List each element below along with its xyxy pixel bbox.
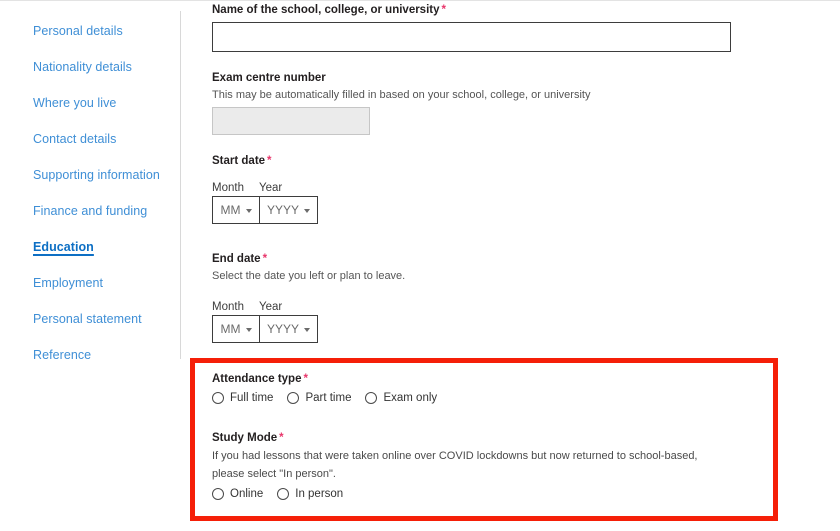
chevron-down-icon: [245, 209, 252, 213]
sidebar-item-reference[interactable]: Reference: [33, 347, 91, 363]
school-name-required-asterisk: *: [441, 4, 446, 16]
sidebar-item-personal-statement[interactable]: Personal statement: [33, 311, 142, 327]
start-date-month-value: MM: [220, 203, 241, 217]
education-form-page: Personal details Nationality details Whe…: [0, 0, 840, 530]
start-date-month-label: Month: [212, 182, 244, 194]
exam-centre-number-label: Exam centre number: [212, 71, 326, 85]
sidebar-item-finance-and-funding[interactable]: Finance and funding: [33, 203, 147, 219]
school-name-label-text: Name of the school, college, or universi…: [212, 4, 440, 16]
sidebar-item-nationality-details[interactable]: Nationality details: [33, 59, 132, 75]
end-date-year-select[interactable]: YYYY: [259, 315, 318, 343]
end-date-label-text: End date: [212, 253, 261, 265]
start-date-required-asterisk: *: [267, 155, 272, 167]
chevron-down-icon: [245, 328, 252, 332]
sidebar-item-employment[interactable]: Employment: [33, 275, 103, 291]
end-date-label: End date *: [212, 252, 267, 266]
start-date-year-select[interactable]: YYYY: [259, 196, 318, 224]
chevron-down-icon: [304, 209, 310, 213]
start-date-label: Start date *: [212, 154, 272, 168]
end-date-year-value: YYYY: [266, 322, 299, 336]
sidebar-item-personal-details[interactable]: Personal details: [33, 23, 123, 39]
start-date-year-value: YYYY: [266, 203, 299, 217]
sidebar-item-contact-details[interactable]: Contact details: [33, 131, 116, 147]
start-date-label-text: Start date: [212, 155, 266, 167]
sidebar-item-where-you-live[interactable]: Where you live: [33, 95, 116, 111]
end-date-month-select[interactable]: MM: [212, 315, 260, 343]
end-date-required-asterisk: *: [262, 253, 268, 265]
highlight-annotation-box: [190, 358, 778, 521]
end-date-hint: Select the date you left or plan to leav…: [212, 270, 406, 282]
sidebar-divider: [180, 11, 181, 359]
school-name-input[interactable]: [212, 22, 731, 52]
sidebar-item-supporting-information[interactable]: Supporting information: [33, 167, 160, 183]
start-date-month-select[interactable]: MM: [212, 196, 260, 224]
end-date-month-label: Month: [212, 301, 244, 313]
application-sections-sidebar: Personal details Nationality details Whe…: [0, 1, 180, 531]
exam-centre-number-label-text: Exam centre number: [212, 72, 326, 84]
exam-centre-number-hint: This may be automatically filled in base…: [212, 89, 591, 101]
sidebar-item-education[interactable]: Education: [33, 239, 94, 255]
start-date-year-label: Year: [259, 182, 283, 194]
end-date-month-value: MM: [220, 322, 241, 336]
school-name-label: Name of the school, college, or universi…: [212, 3, 446, 17]
end-date-year-label: Year: [259, 301, 283, 313]
chevron-down-icon: [304, 328, 310, 332]
exam-centre-number-input[interactable]: [212, 107, 370, 135]
